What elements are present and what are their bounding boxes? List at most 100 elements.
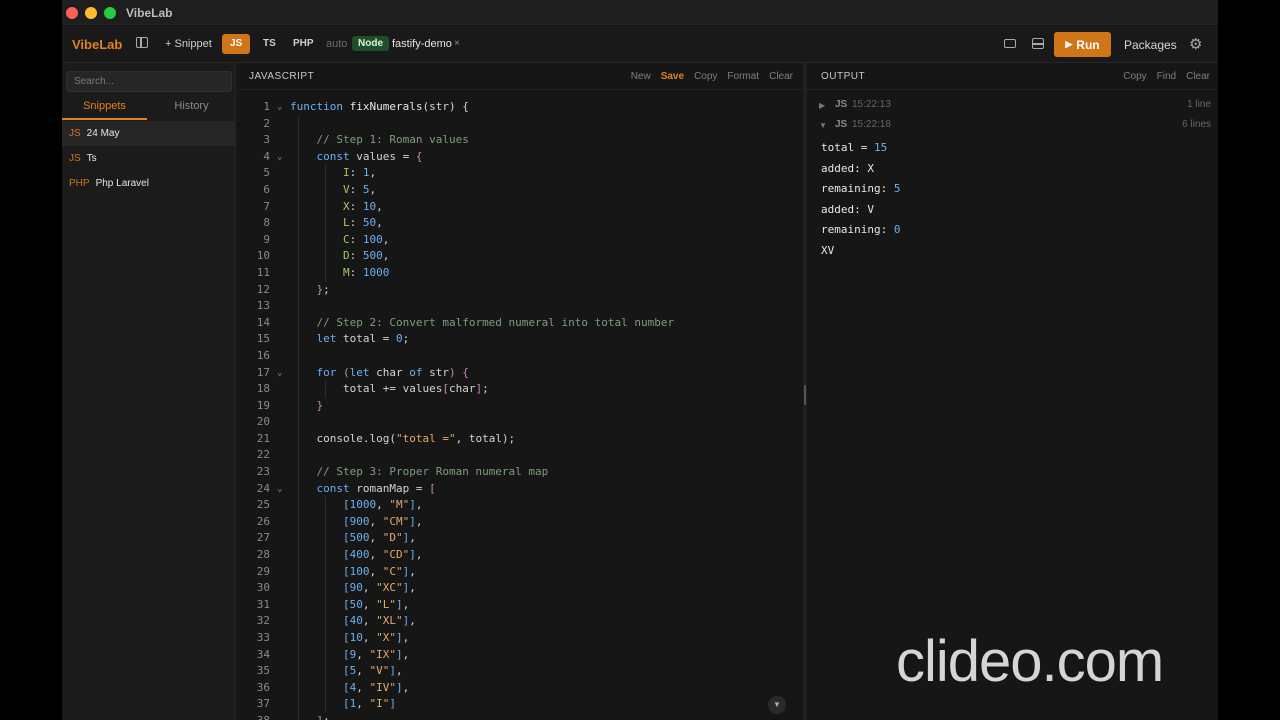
code-line[interactable]: 14 // Step 2: Convert malformed numeral … <box>237 314 803 332</box>
code-text: M: 1000 <box>342 265 390 279</box>
lang-tab-ts[interactable]: TS <box>255 34 284 54</box>
code-line[interactable]: 25 [1000, "M"], <box>237 497 803 514</box>
output-text: added: V <box>821 202 874 216</box>
fold-chevron-icon[interactable]: ⌄ <box>277 99 282 116</box>
code-line[interactable]: 34 [9, "IX"], <box>237 646 803 664</box>
fold-chevron-icon[interactable]: ⌄ <box>277 149 282 166</box>
fold-chevron-icon[interactable]: ⌄ <box>277 481 282 498</box>
tab-history[interactable]: History <box>149 100 234 120</box>
run-entry[interactable]: ▼ JS 15:22:18 6 lines <box>819 119 1211 135</box>
code-line[interactable]: 3 // Step 1: Roman values <box>237 132 803 149</box>
code-line[interactable]: 30 [90, "XC"], <box>237 580 803 597</box>
indent-guide <box>298 414 299 431</box>
code-text: [900, "CM"], <box>342 514 423 528</box>
line-number: 32 <box>256 614 270 628</box>
code-line[interactable]: 19 } <box>237 397 803 415</box>
code-line[interactable]: 17 ⌄ for (let char of str) { <box>237 364 803 382</box>
code-line[interactable]: 20 <box>237 414 803 431</box>
fold-chevron-icon[interactable]: ⌄ <box>277 365 282 382</box>
code-line[interactable]: 29 [100, "C"], <box>237 563 803 581</box>
close-window-button[interactable] <box>66 7 78 19</box>
code-line[interactable]: 1 ⌄ function fixNumerals(str) { <box>237 99 803 116</box>
packages-button[interactable]: Packages <box>1124 38 1177 52</box>
output-lines: total = 15 added: X remaining: 5 added: V re… <box>821 138 900 262</box>
maximize-window-button[interactable] <box>104 7 116 19</box>
code-line[interactable]: 4 ⌄ const values = { <box>237 148 803 166</box>
code-line[interactable]: 11 M: 1000 <box>237 264 803 282</box>
code-line[interactable]: 27 [500, "D"], <box>237 530 803 548</box>
run-entry[interactable]: ▶ JS 15:22:13 1 line <box>819 99 1211 115</box>
run-lang: JS <box>835 119 848 130</box>
code-line[interactable]: 7 X: 10, <box>237 198 803 216</box>
code-line[interactable]: 23 // Step 3: Proper Roman numeral map <box>237 464 803 481</box>
code-line[interactable]: 15 let total = 0; <box>237 331 803 348</box>
code-line[interactable]: 2 <box>237 115 803 133</box>
clear-button[interactable]: Clear <box>769 71 793 82</box>
line-number: 12 <box>256 282 270 296</box>
editor-header: JAVASCRIPT New Save Copy Format Clear <box>237 63 803 90</box>
code-line[interactable]: 31 [50, "L"], <box>237 596 803 614</box>
layout-icon[interactable] <box>1032 38 1044 49</box>
code-line[interactable]: 35 [5, "V"], <box>237 663 803 680</box>
code-line[interactable]: 12 }; <box>237 281 803 299</box>
output-find-button[interactable]: Find <box>1157 71 1176 82</box>
resize-grip[interactable] <box>804 385 806 405</box>
line-number: 5 <box>263 166 270 180</box>
code-line[interactable]: 38 ]; <box>237 712 803 720</box>
code-line[interactable]: 24 ⌄ const romanMap = [ <box>237 480 803 498</box>
mode-label[interactable]: auto <box>326 38 347 50</box>
line-number: 28 <box>256 548 270 562</box>
line-number: 17 <box>256 365 270 379</box>
lang-tab-php[interactable]: PHP <box>285 34 322 54</box>
code-line[interactable]: 10 D: 500, <box>237 248 803 265</box>
gear-icon[interactable]: ⚙ <box>1189 35 1202 53</box>
output-copy-button[interactable]: Copy <box>1123 71 1146 82</box>
search-input[interactable] <box>66 71 232 92</box>
code-line[interactable]: 5 I: 1, <box>237 165 803 182</box>
runtime-badge[interactable]: Node <box>352 36 389 51</box>
lang-tab-js[interactable]: JS <box>222 34 251 54</box>
copy-button[interactable]: Copy <box>694 71 717 82</box>
code-line[interactable]: 13 <box>237 298 803 315</box>
line-number: 6 <box>263 182 270 196</box>
code-line[interactable]: 16 <box>237 347 803 365</box>
output-number: 15 <box>873 141 888 154</box>
code-line[interactable]: 36 [4, "IV"], <box>237 679 803 697</box>
snippet-item[interactable]: JS Ts <box>62 146 235 171</box>
project-close-icon[interactable]: × <box>454 38 460 49</box>
indent-guide <box>298 298 299 315</box>
code-line[interactable]: 37 [1, "I"] <box>237 696 803 713</box>
code-line[interactable]: 28 [400, "CD"], <box>237 547 803 564</box>
code-text: [40, "XL"], <box>342 614 416 628</box>
add-snippet-button[interactable]: + Snippet <box>165 38 212 50</box>
code-line[interactable]: 9 C: 100, <box>237 231 803 249</box>
save-button[interactable]: Save <box>661 71 684 82</box>
code-line[interactable]: 33 [10, "X"], <box>237 630 803 647</box>
code-line[interactable]: 18 total += values[char]; <box>237 381 803 398</box>
sidebar-toggle-icon[interactable] <box>136 37 148 48</box>
snippet-item[interactable]: JS 24 May <box>62 121 235 146</box>
code-line[interactable]: 6 V: 5, <box>237 181 803 199</box>
scroll-down-icon[interactable]: ▼ <box>768 696 786 714</box>
minimize-window-button[interactable] <box>85 7 97 19</box>
new-button[interactable]: New <box>631 71 651 82</box>
tab-snippets[interactable]: Snippets <box>62 100 147 120</box>
code-text: console.log("total =", total); <box>290 431 516 445</box>
run-button[interactable]: ▶ Run <box>1054 32 1111 57</box>
chat-icon[interactable] <box>1004 39 1016 48</box>
snippet-item[interactable]: PHP Php Laravel <box>62 171 235 196</box>
format-button[interactable]: Format <box>727 71 759 82</box>
code-line[interactable]: 32 [40, "XL"], <box>237 613 803 630</box>
output-line: added: X <box>821 159 900 180</box>
snippet-lang-badge: JS <box>69 153 81 164</box>
line-number: 16 <box>256 348 270 362</box>
code-text: D: 500, <box>342 249 390 263</box>
code-line[interactable]: 22 <box>237 447 803 465</box>
code-line[interactable]: 21 console.log("total =", total); <box>237 430 803 448</box>
project-name[interactable]: fastify-demo <box>392 38 452 50</box>
code-line[interactable]: 8 L: 50, <box>237 215 803 232</box>
output-line: XV <box>821 241 900 262</box>
output-clear-button[interactable]: Clear <box>1186 71 1210 82</box>
code-line[interactable]: 26 [900, "CM"], <box>237 513 803 531</box>
code-area[interactable]: 1 ⌄ function fixNumerals(str) {2 3 // Step … <box>237 99 803 720</box>
